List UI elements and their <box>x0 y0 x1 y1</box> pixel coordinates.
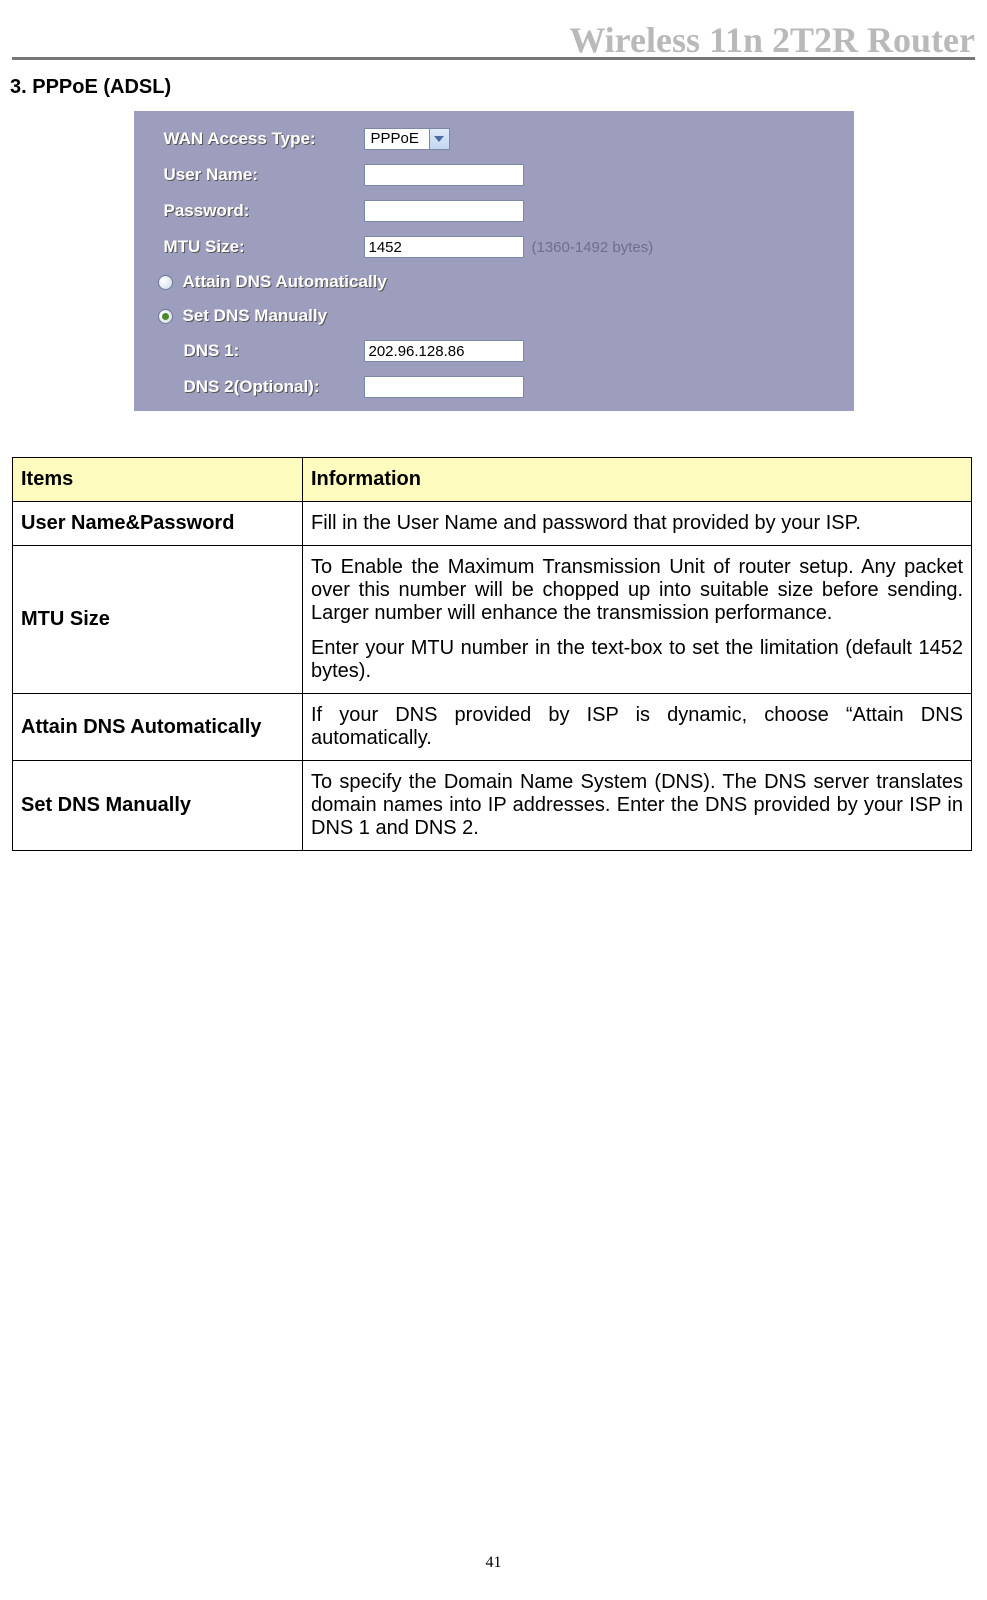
item-info: To specify the Domain Name System (DNS).… <box>303 761 972 851</box>
info-paragraph: If your DNS provided by ISP is dynamic, … <box>311 704 963 750</box>
table-row: MTU SizeTo Enable the Maximum Transmissi… <box>13 546 972 694</box>
item-name: Set DNS Manually <box>13 761 303 851</box>
page-number: 41 <box>0 1554 987 1572</box>
item-name: MTU Size <box>13 546 303 694</box>
table-row: Attain DNS AutomaticallyIf your DNS prov… <box>13 694 972 761</box>
info-paragraph: To Enable the Maximum Transmission Unit … <box>311 556 963 625</box>
mtu-hint: (1360-1492 bytes) <box>532 239 654 256</box>
dns1-input[interactable] <box>364 340 524 362</box>
table-header-row: Items Information <box>13 458 972 502</box>
item-info: To Enable the Maximum Transmission Unit … <box>303 546 972 694</box>
section-title: 3. PPPoE (ADSL) <box>10 76 977 99</box>
header-rule: Wireless 11n 2T2R Router <box>12 28 975 60</box>
user-name-input[interactable] <box>364 164 524 186</box>
mtu-input[interactable] <box>364 236 524 258</box>
header-info: Information <box>303 458 972 502</box>
info-paragraph: Fill in the User Name and password that … <box>311 512 963 535</box>
password-row: Password: <box>134 193 854 229</box>
info-table: Items Information User Name&Password Fill… <box>12 457 972 851</box>
dns1-label: DNS 1: <box>184 341 364 361</box>
wan-access-type-row: WAN Access Type: PPPoE <box>134 121 854 157</box>
mtu-label: MTU Size: <box>164 237 364 257</box>
header-items: Items <box>13 458 303 502</box>
password-label: Password: <box>164 201 364 221</box>
table-row: User Name&Password Fill in the User Name … <box>13 502 972 546</box>
dns1-row: DNS 1: <box>134 333 854 369</box>
wan-access-type-label: WAN Access Type: <box>164 129 364 149</box>
dns-auto-label: Attain DNS Automatically <box>183 272 387 292</box>
dns2-input[interactable] <box>364 376 524 398</box>
page-header-title: Wireless 11n 2T2R Router <box>569 19 975 61</box>
item-name: Attain DNS Automatically <box>13 694 303 761</box>
user-name-label: User Name: <box>164 165 364 185</box>
wan-access-type-select[interactable]: PPPoE <box>364 128 450 150</box>
dns2-row: DNS 2(Optional): <box>134 369 854 405</box>
wan-access-type-value: PPPoE <box>364 128 430 150</box>
table-row: Set DNS ManuallyTo specify the Domain Na… <box>13 761 972 851</box>
info-paragraph: To specify the Domain Name System (DNS).… <box>311 771 963 840</box>
item-info: Fill in the User Name and password that … <box>303 502 972 546</box>
item-info: If your DNS provided by ISP is dynamic, … <box>303 694 972 761</box>
item-name: User Name&Password <box>13 502 303 546</box>
info-paragraph: Enter your MTU number in the text-box to… <box>311 637 963 683</box>
password-input[interactable] <box>364 200 524 222</box>
chevron-down-icon <box>430 128 450 150</box>
dns2-label: DNS 2(Optional): <box>184 377 364 397</box>
radio-checked-icon <box>158 309 173 324</box>
user-name-row: User Name: <box>134 157 854 193</box>
dns-manual-label: Set DNS Manually <box>183 306 328 326</box>
router-config-panel: WAN Access Type: PPPoE User Name: Passwo… <box>134 111 854 411</box>
mtu-row: MTU Size: (1360-1492 bytes) <box>134 229 854 265</box>
dns-auto-row[interactable]: Attain DNS Automatically <box>134 265 854 299</box>
radio-unchecked-icon <box>158 275 173 290</box>
dns-manual-row[interactable]: Set DNS Manually <box>134 299 854 333</box>
